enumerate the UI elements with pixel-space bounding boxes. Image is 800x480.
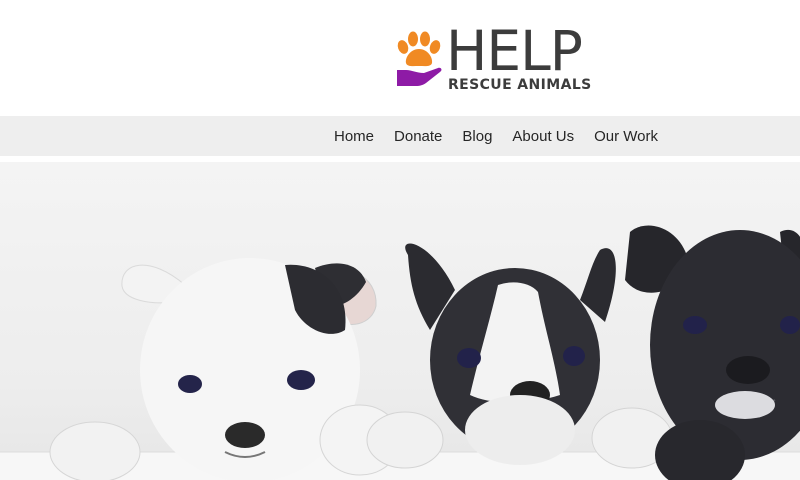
nav-item-donate[interactable]: Donate bbox=[384, 128, 452, 145]
white-puppy bbox=[49, 258, 401, 480]
nav-item-our-work[interactable]: Our Work bbox=[584, 128, 668, 145]
logo-title: HELP bbox=[446, 19, 583, 83]
nav-item-home[interactable]: Home bbox=[324, 128, 384, 145]
site-logo[interactable]: HELP RESCUE ANIMALS bbox=[394, 20, 594, 98]
nav-menu: Home Donate Blog About Us Our Work bbox=[324, 116, 668, 156]
hero-image bbox=[0, 162, 800, 480]
main-navigation: Home Donate Blog About Us Our Work bbox=[0, 116, 800, 156]
nav-item-blog[interactable]: Blog bbox=[452, 128, 502, 145]
paw-in-hand-icon bbox=[397, 31, 442, 86]
puppies-photo bbox=[0, 225, 800, 480]
logo-subtitle: RESCUE ANIMALS bbox=[448, 77, 592, 93]
site-header: HELP RESCUE ANIMALS bbox=[0, 0, 800, 116]
nav-item-about-us[interactable]: About Us bbox=[502, 128, 584, 145]
